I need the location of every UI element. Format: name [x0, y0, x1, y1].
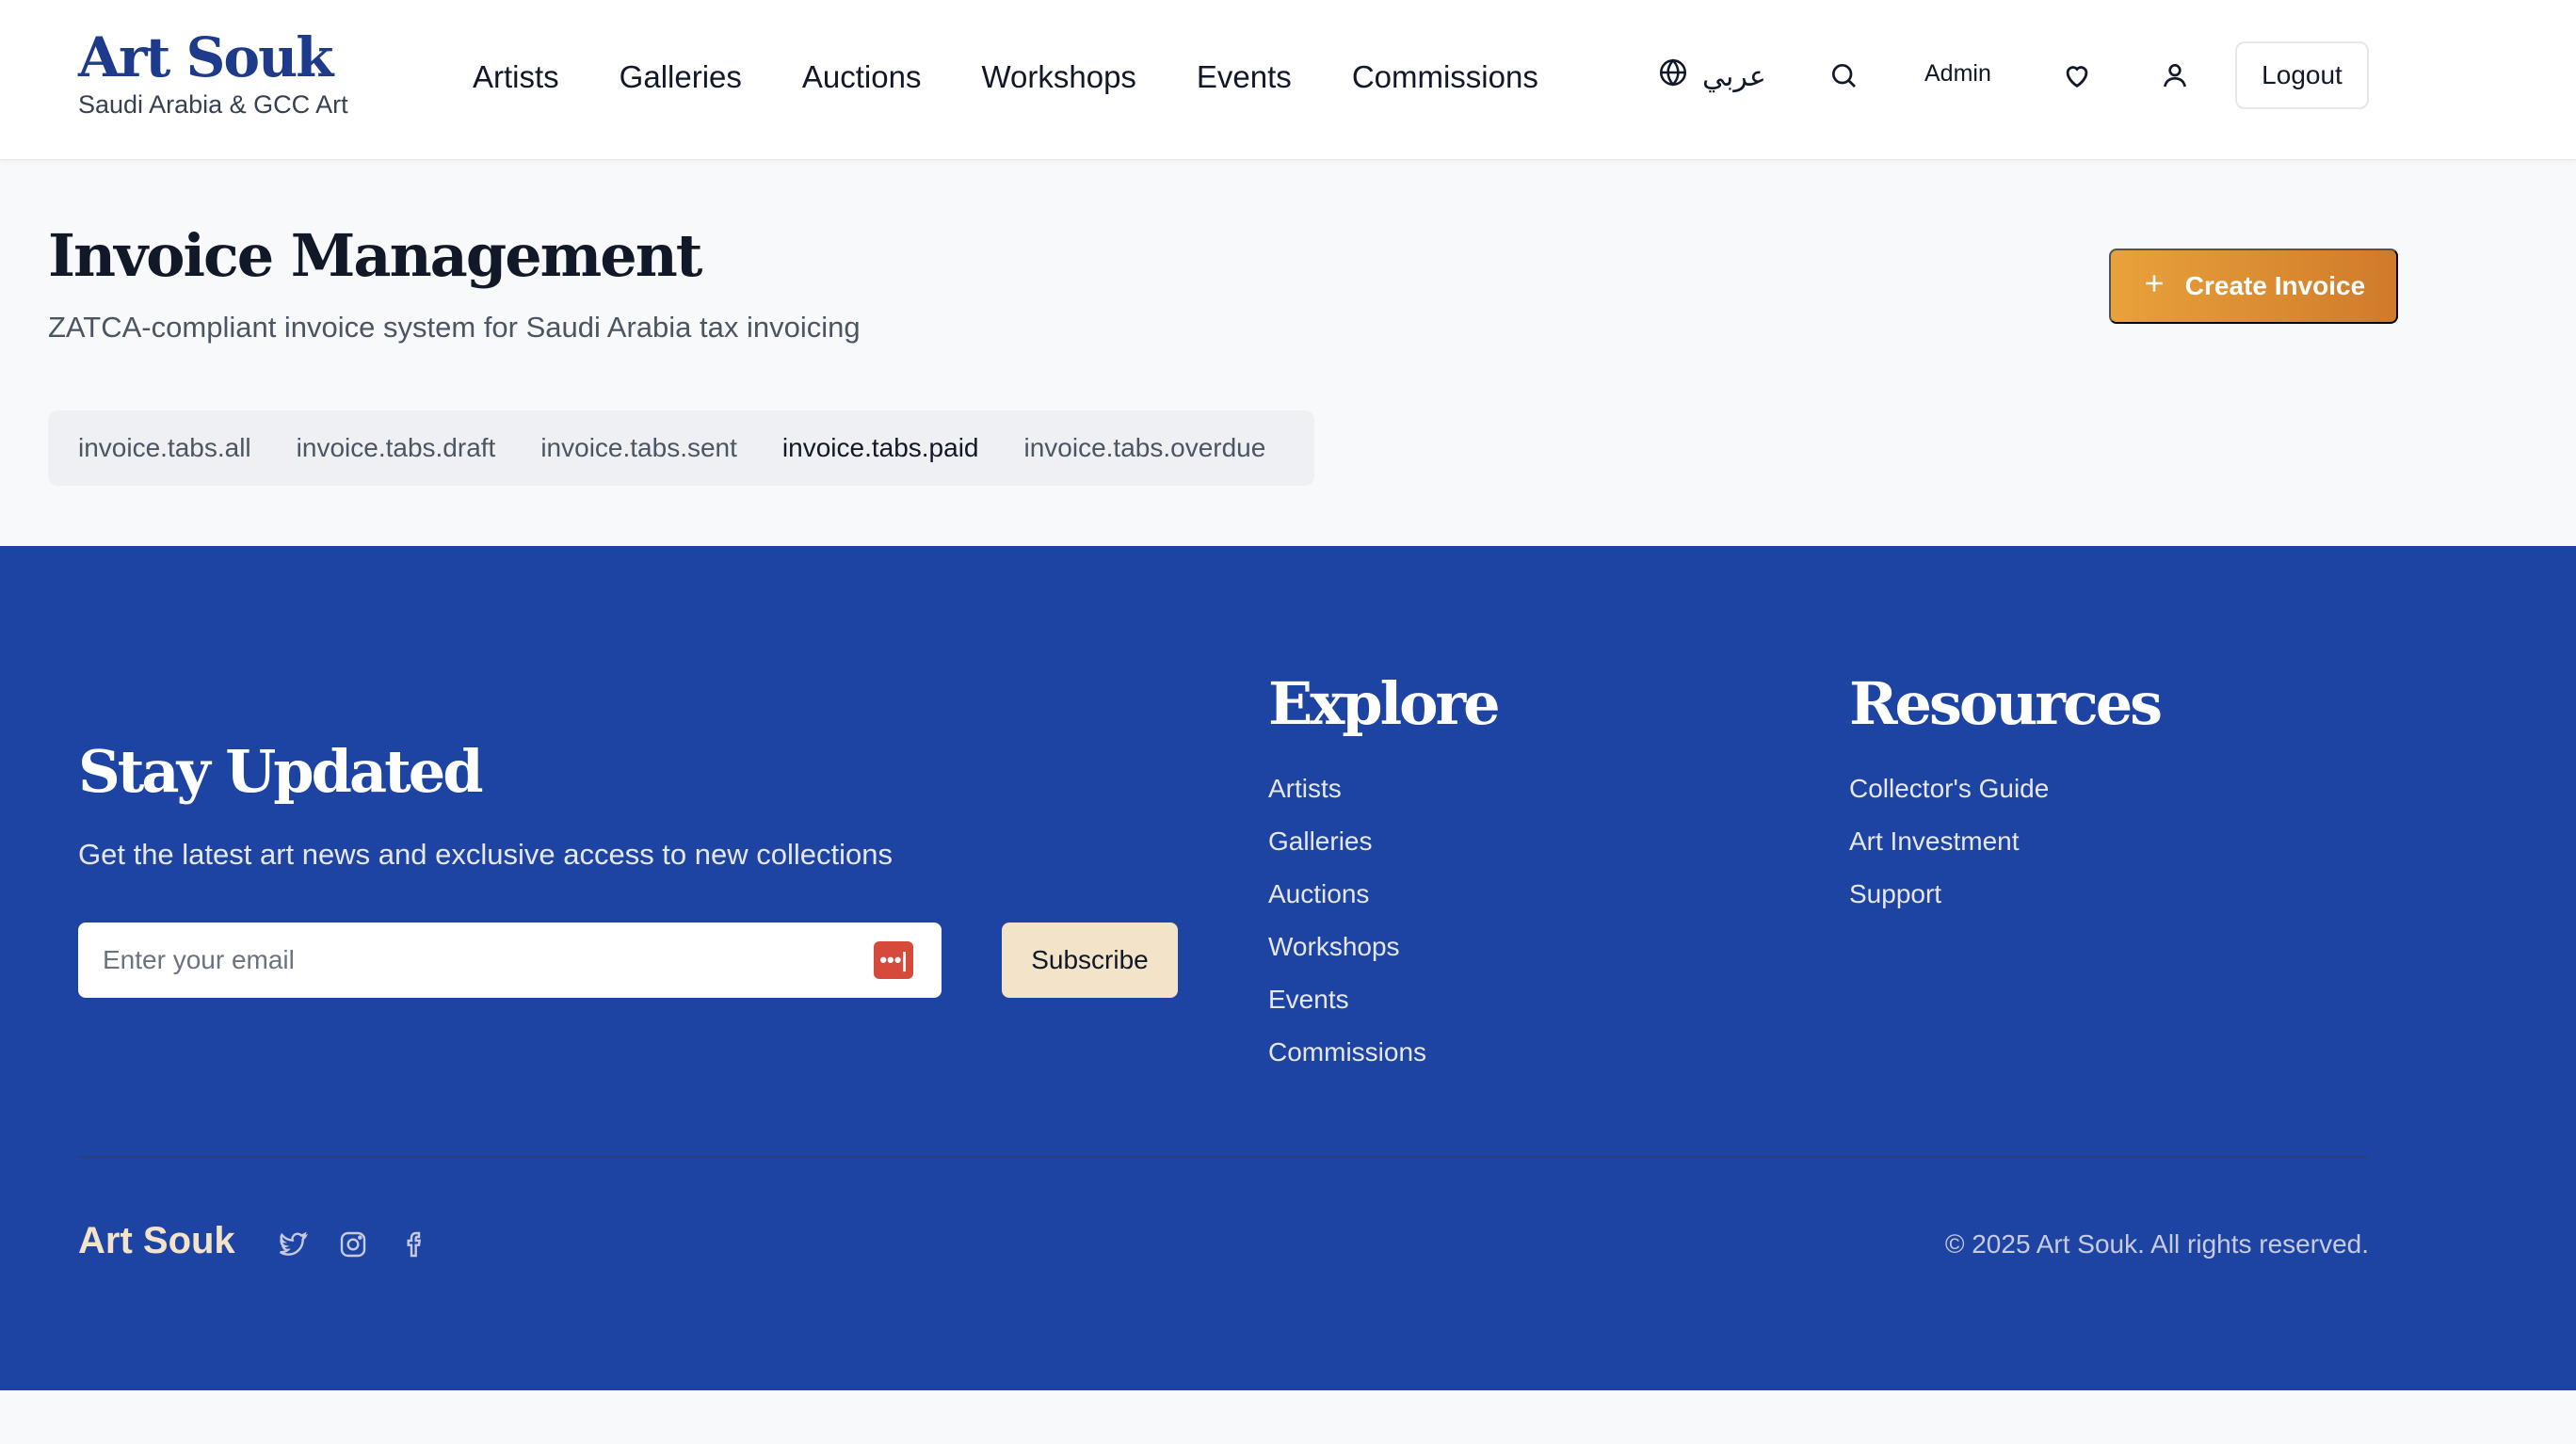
- logout-button[interactable]: Logout: [2235, 41, 2369, 109]
- footer-brand[interactable]: Art Souk: [78, 1220, 235, 1262]
- nav-item-artists[interactable]: Artists: [473, 55, 559, 100]
- resources-link-art-investment[interactable]: Art Investment: [1849, 815, 2049, 868]
- newsletter-title: Stay Updated: [78, 737, 484, 806]
- nav-item-workshops[interactable]: Workshops: [981, 55, 1135, 100]
- email-field-wrapper: •••|: [78, 923, 942, 998]
- tab-paid[interactable]: invoice.tabs.paid: [782, 429, 979, 467]
- explore-link-events[interactable]: Events: [1268, 973, 1426, 1026]
- tab-all[interactable]: invoice.tabs.all: [78, 429, 251, 467]
- explore-link-galleries[interactable]: Galleries: [1268, 815, 1426, 868]
- explore-links: Artists Galleries Auctions Workshops Eve…: [1268, 762, 1426, 1079]
- site-header: Art Souk Saudi Arabia & GCC Art Artists …: [0, 0, 2576, 160]
- nav-item-galleries[interactable]: Galleries: [620, 55, 742, 100]
- site-footer: Stay Updated Get the latest art news and…: [0, 546, 2576, 1390]
- copyright-text: © 2025 Art Souk. All rights reserved.: [1944, 1229, 2369, 1259]
- globe-icon: [1657, 56, 1689, 96]
- page-subtitle: ZATCA-compliant invoice system for Saudi…: [48, 311, 861, 344]
- tab-sent[interactable]: invoice.tabs.sent: [540, 429, 737, 467]
- plus-icon: [2142, 271, 2166, 302]
- language-label: عربي: [1702, 60, 1766, 92]
- footer-divider: [78, 1156, 2369, 1158]
- language-toggle[interactable]: عربي: [1657, 56, 1766, 96]
- admin-link[interactable]: Admin: [1924, 60, 1991, 88]
- instagram-icon[interactable]: [336, 1227, 370, 1261]
- brand-title[interactable]: Art Souk: [78, 24, 348, 90]
- explore-title: Explore: [1268, 669, 1501, 738]
- create-invoice-label: Create Invoice: [2184, 271, 2366, 300]
- nav-item-commissions[interactable]: Commissions: [1352, 55, 1538, 100]
- heart-icon[interactable]: [2060, 58, 2094, 92]
- invoice-tabs: invoice.tabs.all invoice.tabs.draft invo…: [48, 410, 1314, 486]
- explore-link-commissions[interactable]: Commissions: [1268, 1026, 1426, 1079]
- explore-link-artists[interactable]: Artists: [1268, 762, 1426, 815]
- brand[interactable]: Art Souk Saudi Arabia & GCC Art: [78, 24, 348, 120]
- password-manager-icon[interactable]: •••|: [874, 941, 913, 979]
- resources-title: Resources: [1849, 669, 2163, 738]
- tab-draft[interactable]: invoice.tabs.draft: [297, 429, 496, 467]
- explore-link-workshops[interactable]: Workshops: [1268, 921, 1426, 973]
- twitter-icon[interactable]: [276, 1227, 310, 1261]
- explore-link-auctions[interactable]: Auctions: [1268, 868, 1426, 921]
- resources-links: Collector's Guide Art Investment Support: [1849, 762, 2049, 921]
- main-nav: Artists Galleries Auctions Workshops Eve…: [473, 55, 1599, 100]
- newsletter-subtitle: Get the latest art news and exclusive ac…: [78, 838, 893, 871]
- page-title: Invoice Management: [48, 221, 702, 290]
- create-invoice-button[interactable]: Create Invoice: [2109, 249, 2398, 324]
- user-icon[interactable]: [2158, 58, 2192, 92]
- resources-link-collectors-guide[interactable]: Collector's Guide: [1849, 762, 2049, 815]
- nav-item-auctions[interactable]: Auctions: [802, 55, 922, 100]
- resources-link-support[interactable]: Support: [1849, 868, 2049, 921]
- search-icon[interactable]: [1827, 58, 1860, 92]
- tab-overdue[interactable]: invoice.tabs.overdue: [1023, 429, 1265, 467]
- email-input[interactable]: [103, 945, 874, 975]
- brand-subtitle: Saudi Arabia & GCC Art: [78, 90, 348, 119]
- subscribe-button[interactable]: Subscribe: [1002, 923, 1178, 998]
- nav-item-events[interactable]: Events: [1197, 55, 1292, 100]
- facebook-icon[interactable]: [398, 1227, 432, 1261]
